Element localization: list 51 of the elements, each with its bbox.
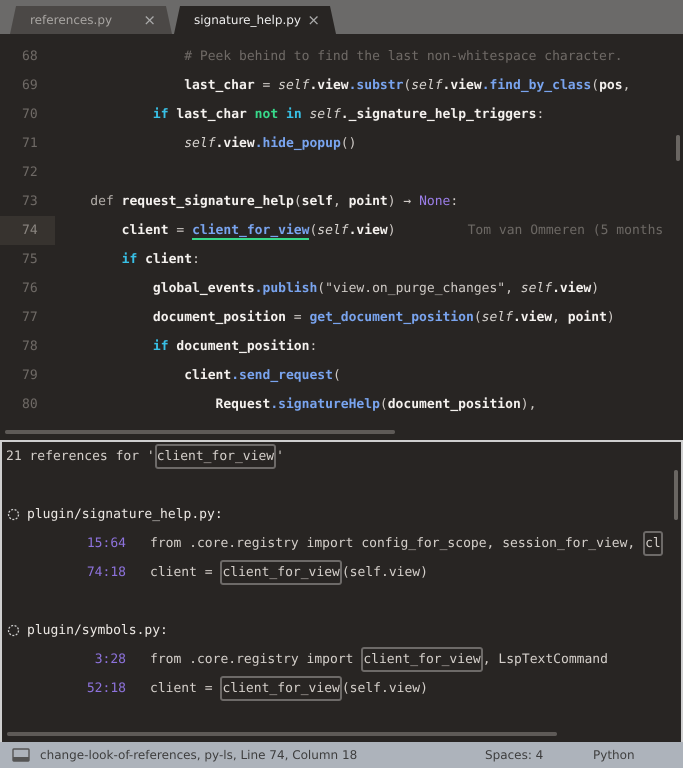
code-line: document_position = get_document_position(self.view, point) — [152, 310, 615, 325]
line-column[interactable]: 74:18 — [2, 565, 126, 580]
dashed-circle-icon — [7, 624, 20, 637]
line-number: 69 — [21, 77, 39, 95]
line-number: 78 — [21, 338, 39, 356]
scrollbar-thumb[interactable] — [5, 430, 395, 434]
references-header: 21 references for 'client_for_view' — [6, 444, 284, 469]
line-number: 71 — [21, 135, 39, 153]
code-line: last_char = self.view.substr(self.view.find_by_class(pos, — [183, 78, 630, 93]
code-line: # Peek behind to find the last non-whitespace character. — [183, 49, 623, 64]
line-number: 74 — [0, 216, 55, 245]
file-tab[interactable]: references.py × — [10, 6, 172, 34]
file-tab[interactable]: signature_help.py × — [174, 6, 336, 34]
line-number: 79 — [21, 367, 39, 385]
blame-annotation: Tom van Ommeren (5 months — [468, 223, 664, 238]
code-line: Request.signatureHelp(document_position), — [214, 397, 536, 412]
panel-icon[interactable] — [12, 748, 30, 762]
line-number: 77 — [21, 309, 39, 327]
scrollbar-thumb[interactable] — [676, 135, 680, 161]
syntax-status[interactable]: Python — [593, 748, 635, 762]
line-number: 70 — [21, 106, 39, 124]
reference-code[interactable]: from .core.registry import client_for_view, LspTextCommand — [150, 647, 608, 672]
code-line: def request_signature_help(self, point) → None: — [89, 194, 458, 209]
code-line: self.view.hide_popup() — [183, 136, 356, 151]
reference-code[interactable]: client = client_for_view(self.view) — [150, 560, 428, 585]
code-line: client.send_request( — [183, 368, 341, 383]
line-number: 76 — [21, 280, 39, 298]
file-path[interactable]: plugin/symbols.py: — [27, 623, 168, 638]
scrollbar-thumb[interactable] — [7, 732, 557, 736]
code-line: if client: — [120, 252, 200, 267]
close-icon[interactable]: × — [143, 11, 156, 29]
code-line: global_events.publish("view.on_purge_changes", self.view) — [152, 281, 600, 296]
line-number: 72 — [21, 164, 39, 182]
close-icon[interactable]: × — [307, 11, 320, 29]
line-number: 73 — [21, 193, 39, 211]
dashed-circle-icon — [7, 508, 20, 521]
line-column[interactable]: 3:28 — [2, 652, 126, 667]
code-line: if last_char not in self._signature_help_triggers: — [152, 107, 544, 122]
indentation-status[interactable]: Spaces: 4 — [485, 748, 593, 762]
line-column[interactable]: 15:64 — [2, 536, 126, 551]
reference-code[interactable]: client = client_for_view(self.view) — [150, 676, 428, 701]
line-number: 68 — [21, 48, 39, 66]
code-line: client = client_for_view(self.view) — [120, 223, 396, 238]
reference-code[interactable]: from .core.registry import config_for_scope, session_for_view, cl — [150, 531, 663, 556]
scrollbar-thumb[interactable] — [674, 470, 678, 520]
status-text: change-look-of-references, py-ls, Line 74, Column 18 — [40, 748, 358, 762]
line-column[interactable]: 52:18 — [2, 681, 126, 696]
line-number: 80 — [21, 396, 39, 414]
code-line: if document_position: — [152, 339, 318, 354]
line-number: 75 — [21, 251, 39, 269]
file-path[interactable]: plugin/signature_help.py: — [27, 507, 223, 522]
